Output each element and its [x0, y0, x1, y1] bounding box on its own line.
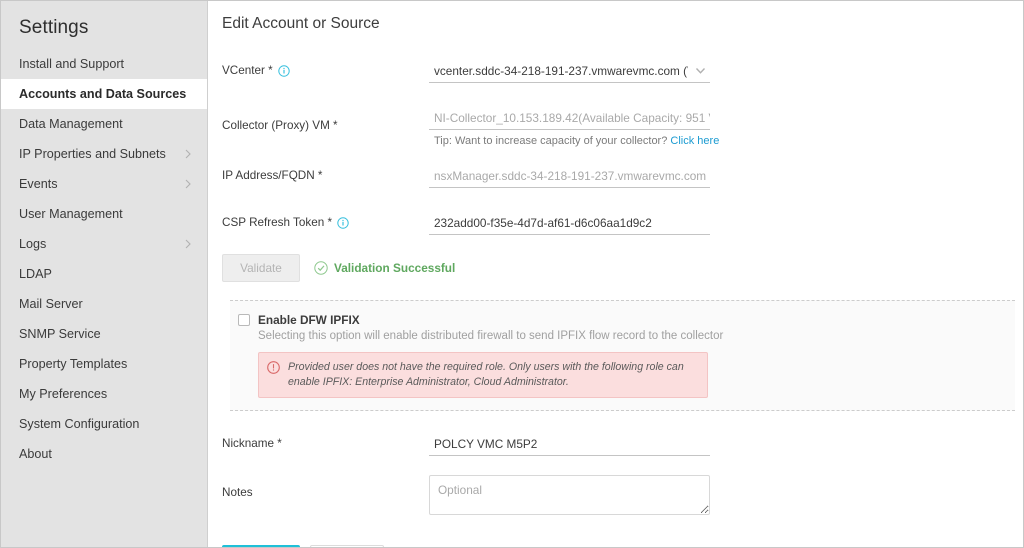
- sidebar: Settings Install and Support Accounts an…: [1, 1, 208, 547]
- sidebar-item-label: Mail Server: [19, 297, 83, 311]
- collector-input[interactable]: [429, 109, 710, 130]
- sidebar-item-label: IP Properties and Subnets: [19, 147, 166, 161]
- sidebar-item-label: About: [19, 447, 52, 461]
- sidebar-item-ldap[interactable]: LDAP: [1, 259, 207, 289]
- collector-field: Tip: Want to increase capacity of your c…: [429, 109, 1023, 147]
- sidebar-item-label: LDAP: [19, 267, 52, 281]
- field-row-nickname: Nickname *: [222, 435, 1023, 457]
- sidebar-item-data-management[interactable]: Data Management: [1, 109, 207, 139]
- csp-token-input[interactable]: [429, 214, 710, 235]
- collector-label-group: Collector (Proxy) VM *: [222, 109, 429, 132]
- nickname-label: Nickname *: [222, 437, 282, 451]
- sidebar-item-label: Events: [19, 177, 58, 191]
- sidebar-item-accounts-and-data-sources[interactable]: Accounts and Data Sources: [1, 79, 207, 109]
- ip-fqdn-label: IP Address/FQDN *: [222, 169, 323, 182]
- csp-token-label-group: CSP Refresh Token *: [222, 214, 429, 229]
- collector-tip-link[interactable]: Click here: [670, 135, 719, 147]
- sidebar-item-snmp-service[interactable]: SNMP Service: [1, 319, 207, 349]
- validation-status-text: Validation Successful: [334, 261, 456, 275]
- vcenter-select[interactable]: [429, 62, 710, 83]
- ip-fqdn-label-group: IP Address/FQDN *: [222, 167, 429, 182]
- submit-button[interactable]: Submit: [222, 545, 300, 547]
- field-row-collector: Collector (Proxy) VM * Tip: Want to incr…: [222, 109, 1023, 147]
- sidebar-item-label: Install and Support: [19, 57, 125, 71]
- edit-account-form: VCenter * vcenter.sddc-34-218-191-237.vm…: [208, 62, 1023, 547]
- info-icon[interactable]: [337, 216, 349, 229]
- field-row-csp-token: CSP Refresh Token *: [222, 214, 1023, 235]
- sidebar-item-label: SNMP Service: [19, 327, 101, 341]
- sidebar-item-logs[interactable]: Logs: [1, 229, 207, 259]
- sidebar-item-install-and-support[interactable]: Install and Support: [1, 49, 207, 79]
- notes-field: [429, 475, 1023, 520]
- sidebar-item-label: User Management: [19, 207, 123, 221]
- vcenter-field: [429, 62, 1023, 83]
- vcenter-label-group: VCenter *: [222, 62, 429, 77]
- ipfix-checkbox-row[interactable]: Enable DFW IPFIX: [230, 313, 1015, 327]
- field-row-notes: Notes: [222, 475, 1023, 520]
- sidebar-item-system-configuration[interactable]: System Configuration: [1, 409, 207, 439]
- ipfix-section: Enable DFW IPFIX Selecting this option w…: [230, 300, 1015, 412]
- sidebar-item-label: Property Templates: [19, 357, 128, 371]
- enable-dfw-ipfix-checkbox[interactable]: [238, 314, 250, 326]
- csp-token-field: [429, 214, 1023, 235]
- sidebar-item-mail-server[interactable]: Mail Server: [1, 289, 207, 319]
- sidebar-nav-list: Install and Support Accounts and Data So…: [1, 49, 207, 469]
- ipfix-warning-text: Provided user does not have the required…: [288, 361, 684, 389]
- sidebar-item-label: Logs: [19, 237, 47, 251]
- sidebar-item-about[interactable]: About: [1, 439, 207, 469]
- sidebar-item-label: My Preferences: [19, 387, 108, 401]
- chevron-right-icon: [183, 179, 193, 189]
- vcenter-label: VCenter *: [222, 64, 273, 77]
- main-content: Edit Account or Source VCenter * vcenter…: [208, 1, 1023, 547]
- sidebar-item-label: Accounts and Data Sources: [19, 87, 187, 101]
- collector-tip-text: Tip: Want to increase capacity of your c…: [434, 135, 668, 147]
- vcenter-select-wrap[interactable]: [429, 62, 710, 83]
- collector-label: Collector (Proxy) VM *: [222, 119, 338, 132]
- nickname-label-group: Nickname *: [222, 435, 429, 450]
- sidebar-item-property-templates[interactable]: Property Templates: [1, 349, 207, 379]
- page-title: Edit Account or Source: [222, 15, 380, 32]
- csp-token-label: CSP Refresh Token *: [222, 216, 333, 229]
- sidebar-item-label: System Configuration: [19, 417, 140, 431]
- ip-fqdn-field: [429, 167, 1023, 188]
- sidebar-item-label: Data Management: [19, 117, 123, 131]
- validation-status: Validation Successful: [314, 261, 455, 275]
- enable-dfw-ipfix-label: Enable DFW IPFIX: [258, 313, 360, 327]
- sidebar-item-ip-properties-and-subnets[interactable]: IP Properties and Subnets: [1, 139, 207, 169]
- sidebar-item-events[interactable]: Events: [1, 169, 207, 199]
- cancel-button[interactable]: Cancel: [310, 545, 384, 547]
- ip-fqdn-input[interactable]: [429, 167, 710, 188]
- notes-label-group: Notes: [222, 475, 429, 499]
- validate-row: Validate Validation Successful: [222, 254, 1023, 282]
- field-row-ip-fqdn: IP Address/FQDN *: [222, 167, 1023, 188]
- sidebar-title: Settings: [19, 17, 89, 38]
- chevron-right-icon: [183, 239, 193, 249]
- notes-label: Notes: [222, 486, 253, 500]
- chevron-right-icon: [183, 149, 193, 159]
- alert-circle-icon: [267, 361, 280, 374]
- ipfix-help-text: Selecting this option will enable distri…: [258, 330, 724, 342]
- settings-page: Settings Install and Support Accounts an…: [0, 0, 1024, 548]
- nickname-field: [429, 435, 1023, 457]
- notes-textarea[interactable]: [429, 475, 710, 516]
- field-row-vcenter: VCenter *: [222, 62, 1023, 83]
- check-circle-icon: [314, 261, 328, 275]
- ipfix-warning-box: Provided user does not have the required…: [258, 352, 708, 399]
- sidebar-item-my-preferences[interactable]: My Preferences: [1, 379, 207, 409]
- validate-button[interactable]: Validate: [222, 254, 300, 282]
- info-icon[interactable]: [277, 64, 290, 77]
- sidebar-item-user-management[interactable]: User Management: [1, 199, 207, 229]
- nickname-input[interactable]: [429, 435, 710, 457]
- collector-tip: Tip: Want to increase capacity of your c…: [429, 130, 1023, 147]
- form-actions: Submit Cancel: [222, 545, 1023, 547]
